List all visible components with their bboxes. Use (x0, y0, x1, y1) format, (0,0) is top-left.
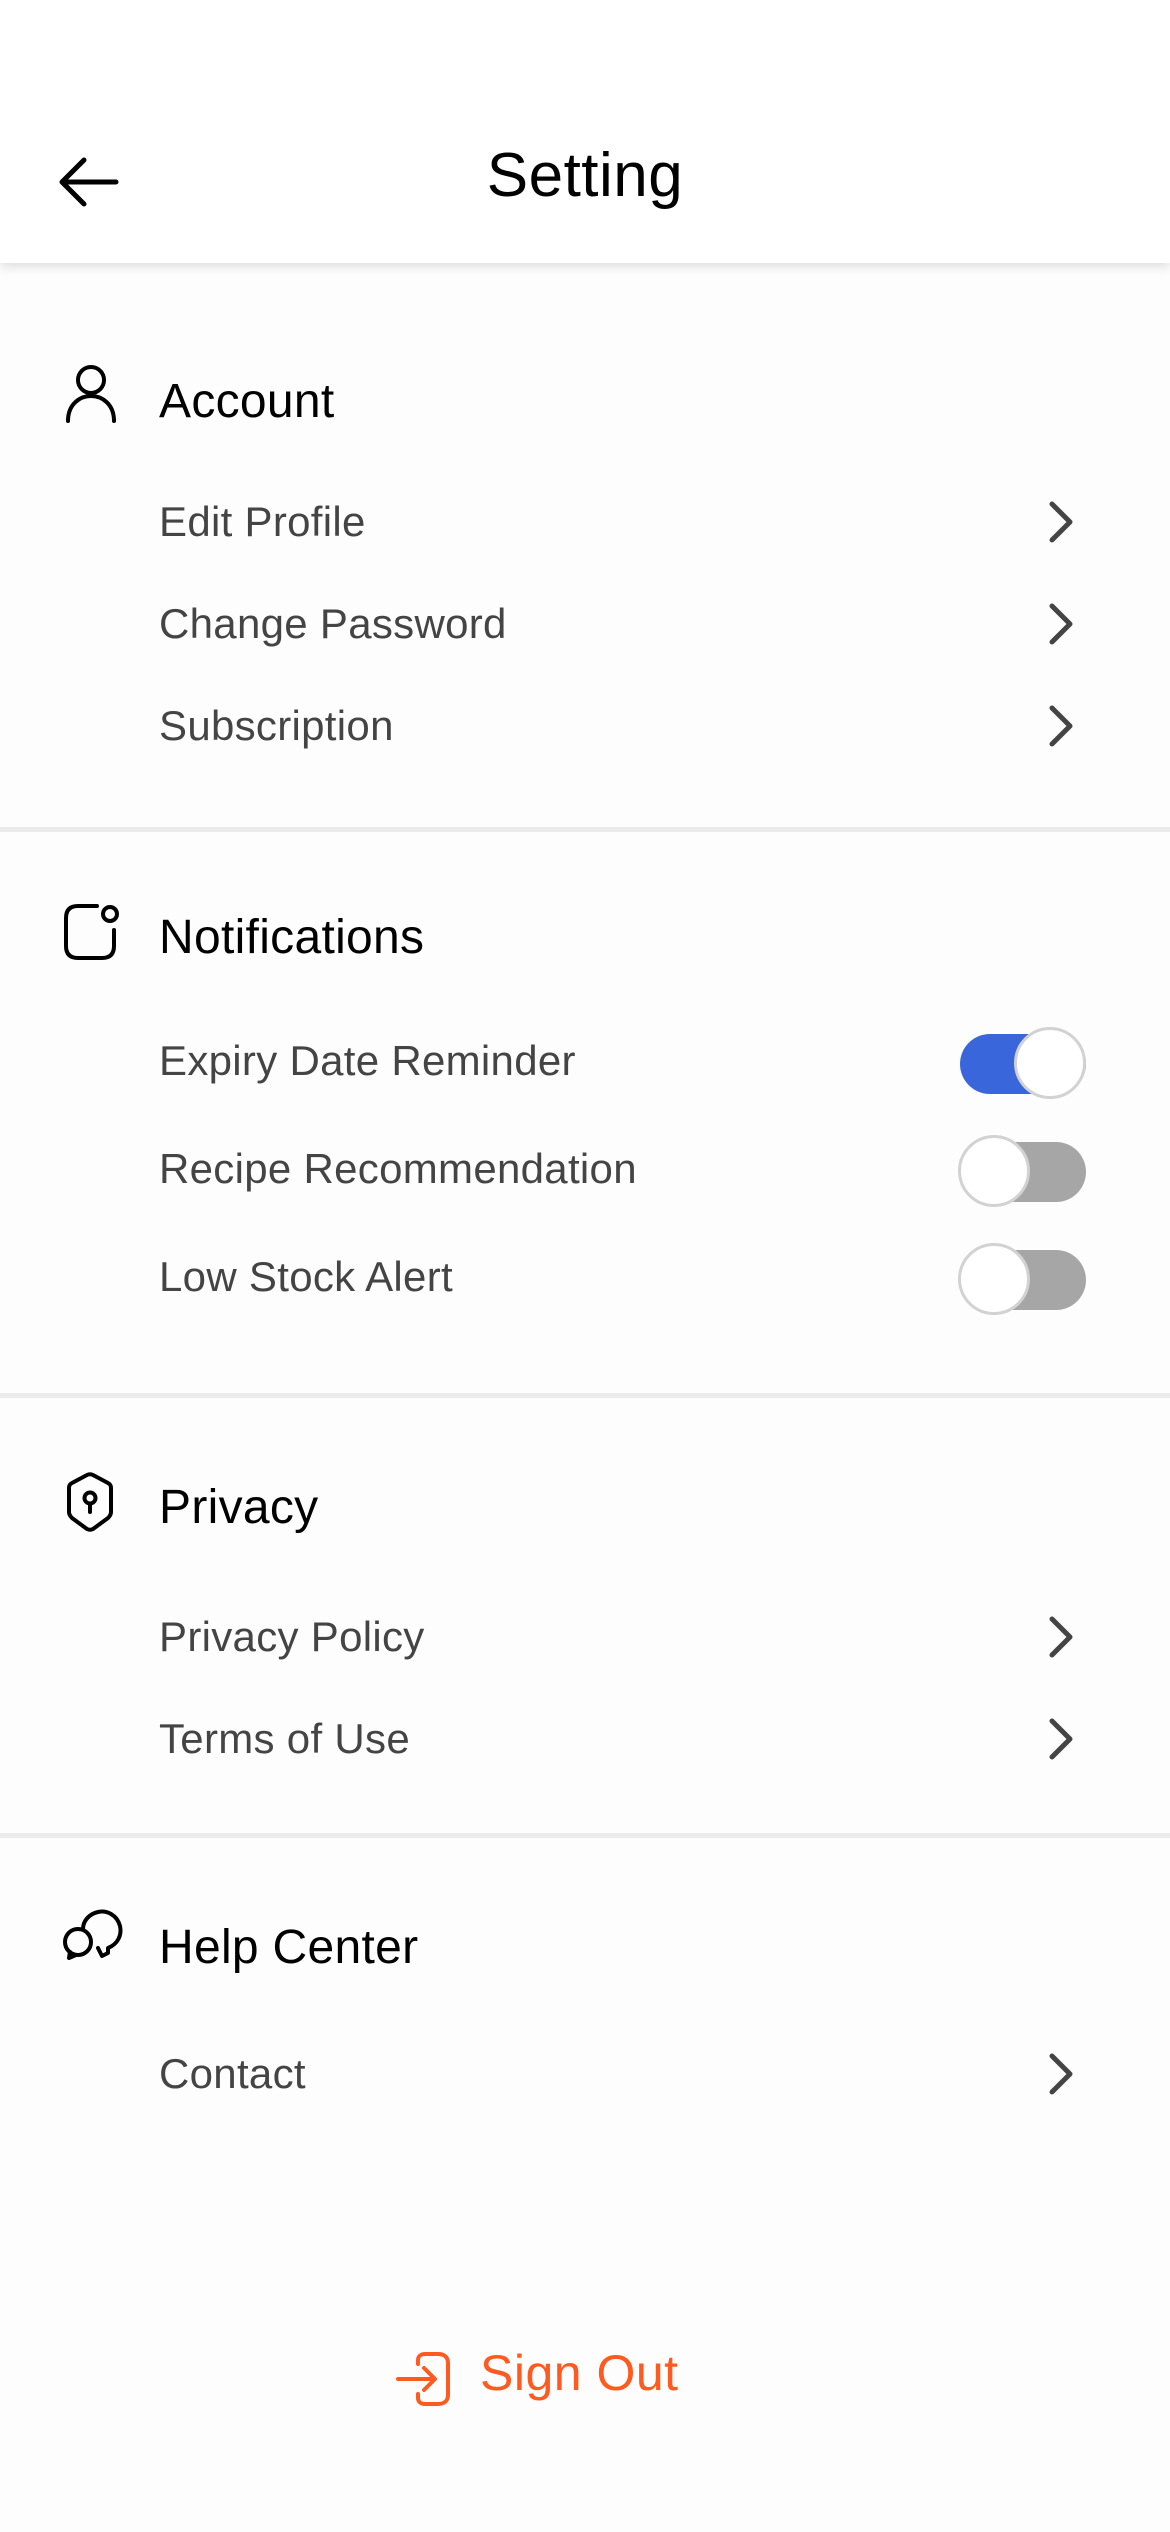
low-stock-alert-toggle[interactable] (958, 1242, 1086, 1315)
help-center-title: Help Center (159, 1921, 419, 1974)
chevron-right-icon (1049, 501, 1073, 543)
chevron-right-icon (1049, 1718, 1073, 1760)
section-divider (0, 1393, 1170, 1398)
privacy-policy-row[interactable]: Privacy Policy (0, 1592, 1170, 1682)
notification-icon (64, 904, 119, 960)
header-bar: Setting (0, 0, 1170, 263)
section-divider (0, 1833, 1170, 1838)
chevron-right-icon (1049, 1616, 1073, 1658)
edit-profile-row[interactable]: Edit Profile (0, 477, 1170, 567)
page-title: Setting (486, 141, 684, 210)
chat-bubbles-icon (63, 1909, 123, 1960)
terms-of-use-row[interactable]: Terms of Use (0, 1694, 1170, 1784)
account-title: Account (159, 375, 335, 428)
shield-keyhole-icon (67, 1472, 113, 1532)
low-stock-alert-row: Low Stock Alert (0, 1232, 1170, 1322)
account-header: Account (0, 362, 1170, 442)
edit-profile-label: Edit Profile (159, 498, 366, 545)
toggle-knob (1014, 1027, 1086, 1099)
contact-row[interactable]: Contact (0, 2029, 1170, 2119)
chevron-right-icon (1049, 603, 1073, 645)
low-stock-alert-label: Low Stock Alert (159, 1253, 453, 1300)
chevron-right-icon (1049, 2053, 1073, 2095)
privacy-header: Privacy (0, 1468, 1170, 1548)
subscription-label: Subscription (159, 702, 394, 749)
sign-out-label: Sign Out (480, 2345, 679, 2401)
privacy-policy-label: Privacy Policy (159, 1613, 425, 1660)
help-center-header: Help Center (0, 1906, 1170, 1986)
privacy-title: Privacy (159, 1481, 319, 1534)
expiry-reminder-row: Expiry Date Reminder (0, 1016, 1170, 1106)
expiry-reminder-label: Expiry Date Reminder (159, 1037, 576, 1084)
terms-of-use-label: Terms of Use (159, 1715, 410, 1762)
notifications-header: Notifications (0, 900, 1170, 980)
section-divider (0, 827, 1170, 832)
user-icon (66, 365, 116, 423)
toggle-knob (958, 1135, 1030, 1207)
change-password-label: Change Password (159, 600, 507, 647)
toggle-knob (958, 1243, 1030, 1315)
sign-out-button[interactable]: Sign Out (390, 2340, 790, 2420)
change-password-row[interactable]: Change Password (0, 579, 1170, 669)
chevron-right-icon (1049, 705, 1073, 747)
notifications-title: Notifications (159, 911, 425, 964)
recipe-recommendation-row: Recipe Recommendation (0, 1124, 1170, 1214)
sign-out-icon (396, 2352, 450, 2406)
expiry-reminder-toggle[interactable] (960, 1026, 1086, 1099)
recipe-recommendation-label: Recipe Recommendation (159, 1145, 637, 1192)
recipe-recommendation-toggle[interactable] (958, 1134, 1086, 1207)
contact-label: Contact (159, 2050, 306, 2097)
subscription-row[interactable]: Subscription (0, 681, 1170, 771)
